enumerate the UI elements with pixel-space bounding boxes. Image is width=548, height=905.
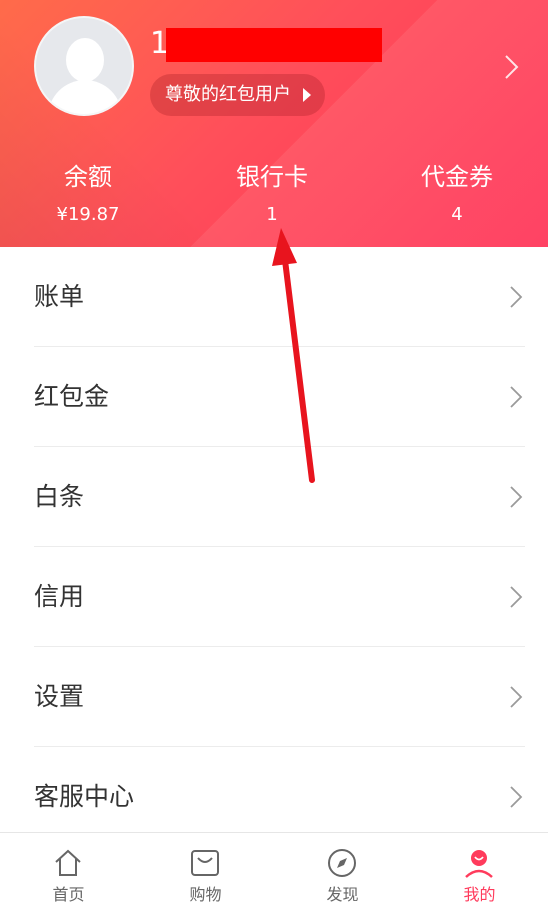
user-icon [465, 850, 493, 878]
user-level-label: 尊敬的红包用户 [165, 84, 291, 105]
stat-balance[interactable]: 余额 ¥19.87 [8, 160, 168, 230]
redaction-box [166, 28, 382, 62]
chevron-right-icon [510, 486, 523, 508]
stat-voucher[interactable]: 代金券 4 [377, 160, 537, 230]
menu-item-label: 白条 [34, 482, 85, 511]
chevron-right-icon [510, 286, 523, 308]
shopping-bag-icon [191, 850, 219, 876]
menu-list: 账单 红包金 白条 信用 设置 客服中心 [0, 247, 548, 847]
menu-item-red-packet-gold[interactable]: 红包金 [34, 347, 525, 447]
menu-item-bill[interactable]: 账单 [34, 247, 525, 347]
stat-voucher-value: 4 [451, 204, 463, 225]
tab-label: 首页 [52, 885, 85, 904]
compass-icon [328, 849, 356, 877]
chevron-right-icon [510, 386, 523, 408]
stat-balance-label: 余额 [64, 163, 112, 191]
chevron-right-icon [510, 586, 523, 608]
stat-bank-card-value: 1 [266, 204, 278, 225]
menu-item-label: 信用 [34, 582, 85, 611]
tab-shopping[interactable]: 购物 [137, 833, 274, 905]
tab-label: 发现 [326, 885, 359, 904]
chevron-right-icon [510, 686, 523, 708]
tab-label: 购物 [189, 885, 222, 904]
menu-item-label: 设置 [34, 682, 85, 711]
stat-balance-value: ¥19.87 [56, 204, 120, 225]
menu-item-settings[interactable]: 设置 [34, 647, 525, 747]
menu-item-baitiao[interactable]: 白条 [34, 447, 525, 547]
tab-home[interactable]: 首页 [0, 833, 137, 905]
stat-voucher-label: 代金券 [421, 163, 493, 191]
bottom-tab-bar: 首页 购物 发现 我的 [0, 832, 548, 904]
profile-header: 1 尊敬的红包用户 余额 ¥19.87 银行卡 1 代金券 4 [0, 0, 548, 247]
menu-item-label: 账单 [34, 282, 85, 311]
tab-label: 我的 [463, 885, 496, 904]
caret-right-icon [303, 88, 311, 102]
user-level-badge[interactable]: 尊敬的红包用户 [150, 74, 325, 116]
home-icon [55, 849, 81, 876]
stat-bank-card-label: 银行卡 [236, 163, 308, 191]
avatar-head-shape [66, 38, 104, 82]
chevron-right-icon[interactable] [504, 54, 520, 80]
menu-item-credit[interactable]: 信用 [34, 547, 525, 647]
avatar[interactable] [34, 16, 134, 116]
chevron-right-icon [510, 786, 523, 808]
stat-bank-card[interactable]: 银行卡 1 [192, 160, 352, 230]
username: 1 [150, 26, 382, 62]
tab-discover[interactable]: 发现 [274, 833, 411, 905]
tab-me[interactable]: 我的 [411, 833, 548, 905]
avatar-body-shape [48, 80, 122, 114]
menu-item-label: 红包金 [34, 382, 110, 411]
